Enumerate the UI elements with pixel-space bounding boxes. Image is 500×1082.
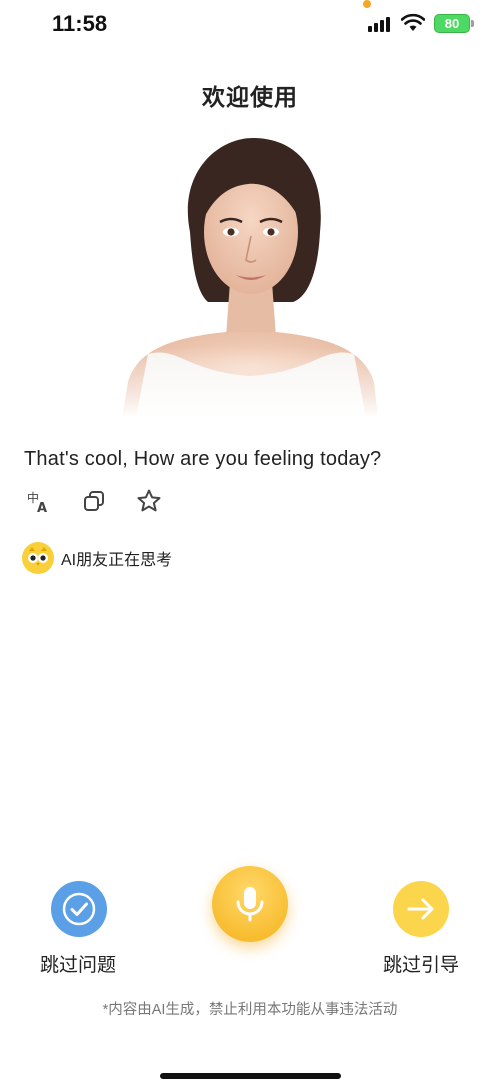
favorite-button[interactable] [134, 486, 164, 516]
skip-guide-label[interactable]: 跳过引导 [383, 950, 459, 977]
thinking-text: AI朋友正在思考 [61, 552, 173, 569]
cellular-signal-icon [368, 17, 390, 32]
translate-icon: 中 A [27, 490, 47, 514]
translate-button[interactable]: 中 A [24, 486, 54, 516]
battery-level: 80 [444, 16, 460, 31]
owl-icon [22, 542, 54, 574]
ai-disclaimer: *内容由AI生成，禁止利用本功能从事违法活动 [102, 1002, 398, 1018]
page-title: 欢迎使用 [202, 84, 298, 110]
microphone-icon [236, 887, 264, 922]
skip-guide-button[interactable] [393, 881, 449, 937]
copy-button[interactable] [79, 486, 109, 516]
copy-icon [84, 491, 104, 511]
wifi-icon [401, 13, 425, 31]
avatar-portrait-image [108, 132, 392, 418]
svg-text:A: A [37, 501, 47, 514]
skip-question-button[interactable] [51, 881, 107, 937]
battery-indicator: 80 [434, 14, 470, 33]
status-time: 11:58 [52, 11, 108, 36]
ai-avatar [108, 132, 392, 418]
privacy-indicator [363, 0, 371, 8]
status-bar: 11:58 80 [0, 0, 500, 48]
message-actions: 中 A [24, 486, 189, 516]
home-indicator [160, 1073, 341, 1079]
thinking-indicator: AI朋友正在思考 [22, 542, 172, 574]
check-circle-icon [62, 892, 96, 926]
star-icon [137, 489, 161, 512]
skip-question-label[interactable]: 跳过问题 [40, 950, 116, 977]
arrow-right-icon [407, 898, 434, 920]
ai-message-text: That's cool, How are you feeling today? [24, 448, 382, 470]
battery-tip [471, 20, 474, 27]
microphone-button[interactable] [212, 866, 288, 942]
